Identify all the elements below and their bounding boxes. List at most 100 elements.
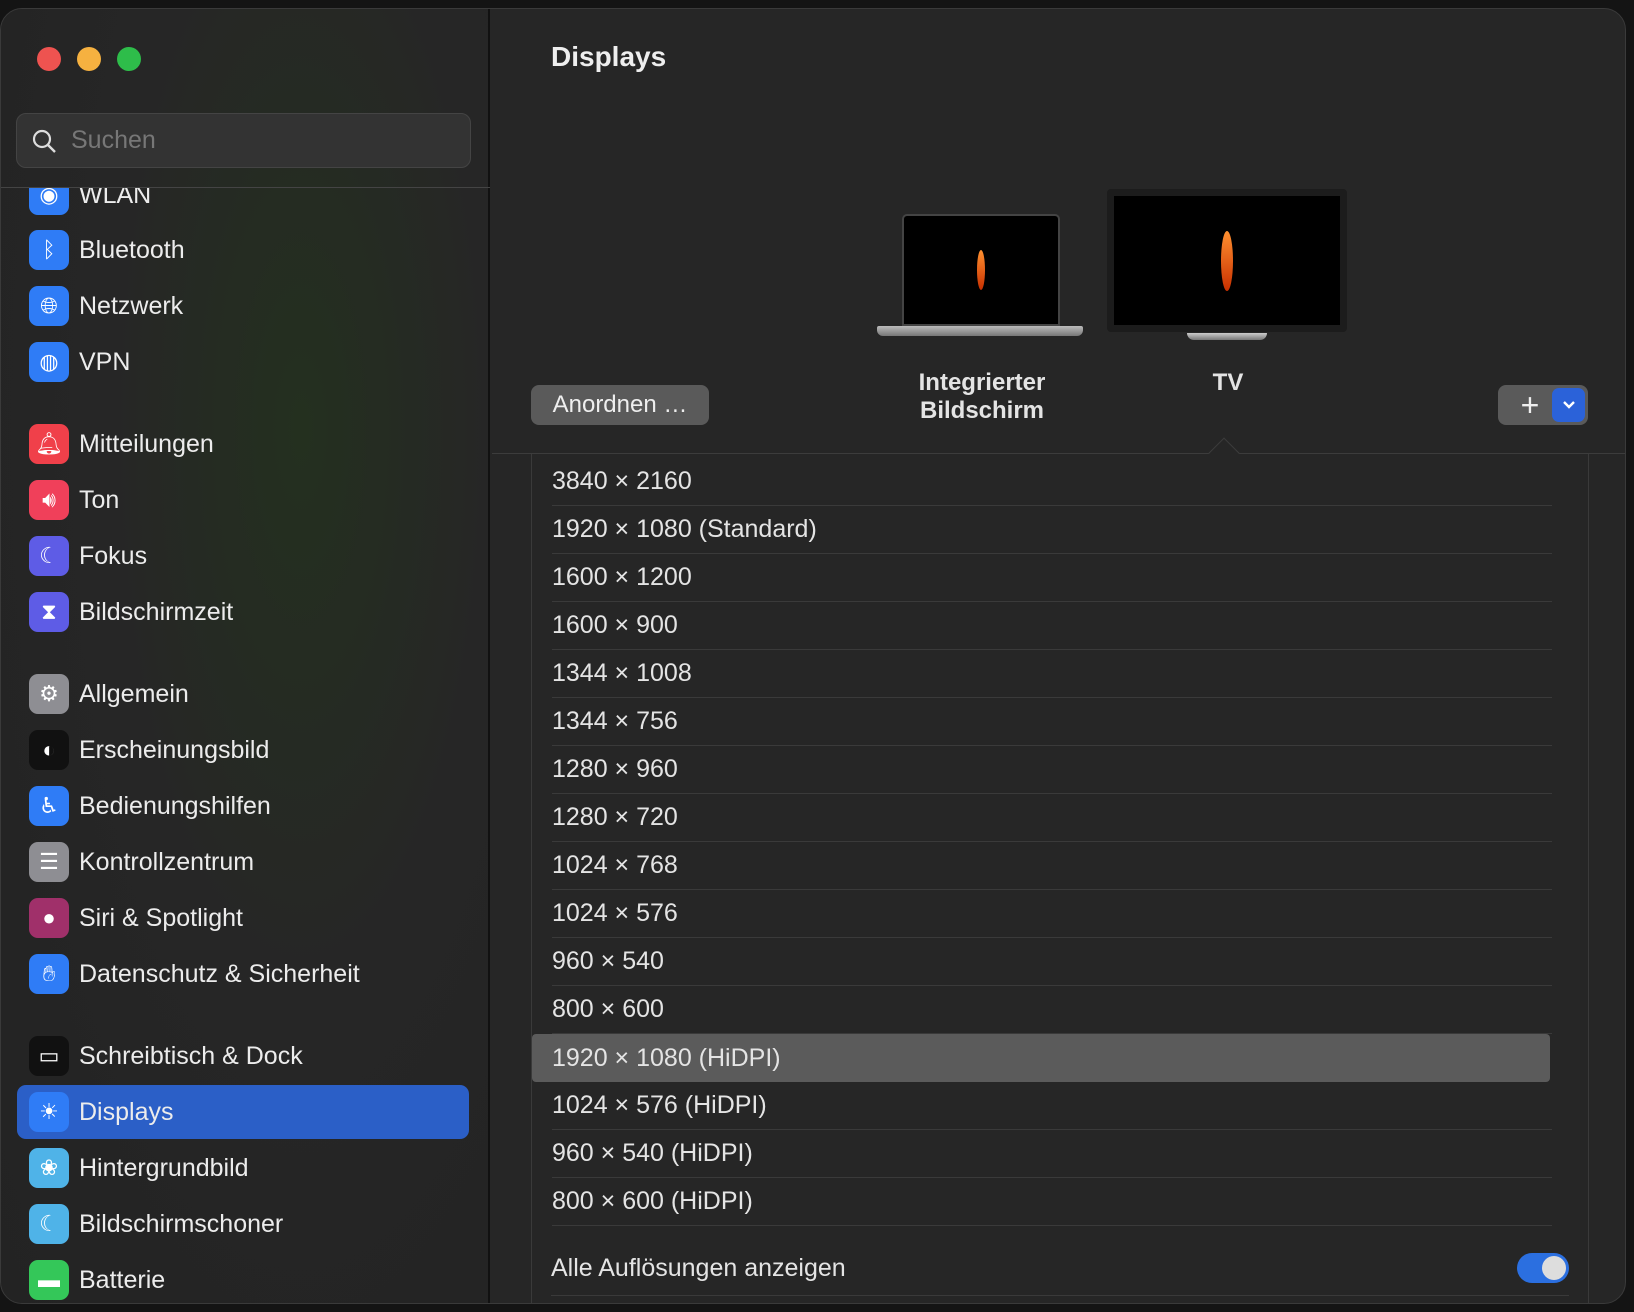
- moon-icon: ☾: [29, 536, 69, 576]
- main-pane: Displays Integrierter Bildschirm TV Anor…: [492, 9, 1625, 1303]
- sun-icon: ☀: [29, 1092, 69, 1132]
- appearance-icon: ◐: [29, 730, 69, 770]
- vpn-globe-icon: ◍: [29, 342, 69, 382]
- sidebar-item-bildschirmschoner[interactable]: ☾ Bildschirmschoner: [17, 1197, 469, 1251]
- sidebar-item-displays[interactable]: ☀ Displays: [17, 1085, 469, 1139]
- list-bottom-divider: [551, 1295, 1569, 1296]
- show-all-label: Alle Auflösungen anzeigen: [551, 1254, 846, 1282]
- sidebar-item-schreibtisch-dock[interactable]: ▭ Schreibtisch & Dock: [17, 1029, 469, 1083]
- sidebar-item-batterie[interactable]: ▬ Batterie: [17, 1253, 469, 1303]
- bell-icon: 🔔︎: [29, 424, 69, 464]
- sidebar-item-label: Bildschirmzeit: [79, 597, 234, 626]
- sidebar-item-label: Fokus: [79, 541, 148, 570]
- dock-icon: ▭: [29, 1036, 69, 1076]
- sidebar-item-label: Siri & Spotlight: [79, 903, 243, 932]
- sidebar-item-bluetooth[interactable]: ᛒ Bluetooth: [17, 223, 469, 277]
- sidebar-item-label: Bildschirmschoner: [79, 1209, 284, 1238]
- sidebar-item-hintergrundbild[interactable]: ❀ Hintergrundbild: [17, 1141, 469, 1195]
- globe-icon: 🌐︎: [29, 286, 69, 326]
- resolution-option[interactable]: 1920 × 1080 (Standard): [552, 506, 1552, 554]
- sidebar-item-label: Ton: [79, 485, 120, 514]
- tv-stand-image: [1187, 333, 1267, 340]
- resolution-option[interactable]: 1344 × 756: [552, 698, 1552, 746]
- sidebar-item-label: Batterie: [79, 1265, 166, 1294]
- zoom-button[interactable]: [117, 47, 141, 71]
- minimize-button[interactable]: [77, 47, 101, 71]
- resolution-option[interactable]: 960 × 540: [552, 938, 1552, 986]
- sidebar-item-ton[interactable]: 🔊︎ Ton: [17, 473, 469, 527]
- sidebar-item-label: Kontrollzentrum: [79, 847, 255, 876]
- sidebar-item-label: WLAN: [79, 188, 152, 209]
- display-label-integrated[interactable]: Integrierter Bildschirm: [882, 369, 1082, 425]
- sidebar-item-wlan[interactable]: ◉ WLAN: [17, 188, 469, 222]
- toggles-icon: ☰: [29, 842, 69, 882]
- sidebar-list: ◉ WLAN ᛒ Bluetooth 🌐︎ Netzwerk ◍ VPN 🔔︎ Mitteilun…: [1, 188, 490, 1303]
- resolution-option[interactable]: 1600 × 1200: [552, 554, 1552, 602]
- display-tv[interactable]: [1107, 189, 1349, 349]
- sidebar-item-label: Displays: [79, 1097, 174, 1126]
- screensaver-icon: ☾: [29, 1204, 69, 1244]
- siri-icon: ●: [29, 898, 69, 938]
- sidebar-item-erscheinungsbild[interactable]: ◐ Erscheinungsbild: [17, 723, 469, 777]
- flower-icon: ❀: [29, 1148, 69, 1188]
- sidebar-item-netzwerk[interactable]: 🌐︎ Netzwerk: [17, 279, 469, 333]
- resolution-option[interactable]: 1280 × 720: [552, 794, 1552, 842]
- display-label-tv[interactable]: TV: [1128, 369, 1328, 397]
- add-display-button[interactable]: +: [1515, 387, 1545, 424]
- sidebar-item-label: VPN: [79, 347, 131, 376]
- gear-icon: ⚙: [29, 674, 69, 714]
- sidebar-item-label: Mitteilungen: [79, 429, 214, 458]
- sidebar-item-bedienungshilfen[interactable]: ♿︎ Bedienungshilfen: [17, 779, 469, 833]
- show-all-toggle[interactable]: [1517, 1253, 1569, 1283]
- add-display-group: +: [1498, 385, 1588, 425]
- resolution-option[interactable]: 1920 × 1080 (HiDPI): [532, 1034, 1550, 1082]
- resolution-list: 3840 × 2160 1920 × 1080 (Standard) 1600 × …: [531, 454, 1589, 1303]
- display-integrated[interactable]: [877, 214, 1087, 344]
- accessibility-icon: ♿︎: [29, 786, 69, 826]
- resolution-option[interactable]: 1600 × 900: [552, 602, 1552, 650]
- search-icon: [32, 129, 56, 153]
- resolution-option[interactable]: 1344 × 1008: [552, 650, 1552, 698]
- sidebar-item-mitteilungen[interactable]: 🔔︎ Mitteilungen: [17, 417, 469, 471]
- sidebar-item-label: Netzwerk: [79, 291, 184, 320]
- laptop-base-image: [877, 326, 1083, 336]
- resolution-option[interactable]: 1024 × 768: [552, 842, 1552, 890]
- sidebar-item-label: Bluetooth: [79, 235, 185, 264]
- page-title: Displays: [551, 41, 667, 72]
- resolution-option[interactable]: 1024 × 576 (HiDPI): [552, 1082, 1552, 1130]
- arrange-button[interactable]: Anordnen …: [531, 385, 709, 425]
- sidebar-item-label: Erscheinungsbild: [79, 735, 270, 764]
- resolution-option[interactable]: 800 × 600 (HiDPI): [552, 1178, 1552, 1226]
- sidebar-item-label: Bedienungshilfen: [79, 791, 271, 820]
- resolution-option[interactable]: 1024 × 576: [552, 890, 1552, 938]
- hand-icon: ✋︎: [29, 954, 69, 994]
- sidebar-item-label: Datenschutz & Sicherheit: [79, 959, 360, 988]
- speaker-icon: 🔊︎: [29, 480, 69, 520]
- sidebar-item-label: Allgemein: [79, 679, 189, 708]
- resolution-option[interactable]: 960 × 540 (HiDPI): [552, 1130, 1552, 1178]
- sidebar: ◉ WLAN ᛒ Bluetooth 🌐︎ Netzwerk ◍ VPN 🔔︎ Mitteilun…: [1, 9, 490, 1303]
- sidebar-item-datenschutz-sicherheit[interactable]: ✋︎ Datenschutz & Sicherheit: [17, 947, 469, 1001]
- close-button[interactable]: [37, 47, 61, 71]
- bluetooth-icon: ᛒ: [29, 230, 69, 270]
- sidebar-item-label: Hintergrundbild: [79, 1153, 249, 1182]
- search-input[interactable]: [71, 126, 451, 155]
- sidebar-item-siri-spotlight[interactable]: ● Siri & Spotlight: [17, 891, 469, 945]
- hourglass-icon: ⧗: [29, 592, 69, 632]
- search-field[interactable]: [16, 113, 471, 168]
- sidebar-item-bildschirmzeit[interactable]: ⧗ Bildschirmzeit: [17, 585, 469, 639]
- sidebar-item-label: Schreibtisch & Dock: [79, 1041, 303, 1070]
- sidebar-item-vpn[interactable]: ◍ VPN: [17, 335, 469, 389]
- sidebar-item-fokus[interactable]: ☾ Fokus: [17, 529, 469, 583]
- resolution-option[interactable]: 800 × 600: [552, 986, 1552, 1034]
- laptop-screen-image: [902, 214, 1060, 326]
- tv-screen-image: [1107, 189, 1347, 332]
- wifi-icon: ◉: [29, 188, 69, 215]
- battery-icon: ▬: [29, 1260, 69, 1300]
- sidebar-item-kontrollzentrum[interactable]: ☰ Kontrollzentrum: [17, 835, 469, 889]
- resolution-option[interactable]: 3840 × 2160: [552, 458, 1552, 506]
- resolution-option[interactable]: 1280 × 960: [552, 746, 1552, 794]
- sidebar-item-allgemein[interactable]: ⚙ Allgemein: [17, 667, 469, 721]
- chevron-down-icon[interactable]: [1552, 388, 1585, 422]
- settings-window: ◉ WLAN ᛒ Bluetooth 🌐︎ Netzwerk ◍ VPN 🔔︎ Mitteilun…: [0, 8, 1626, 1304]
